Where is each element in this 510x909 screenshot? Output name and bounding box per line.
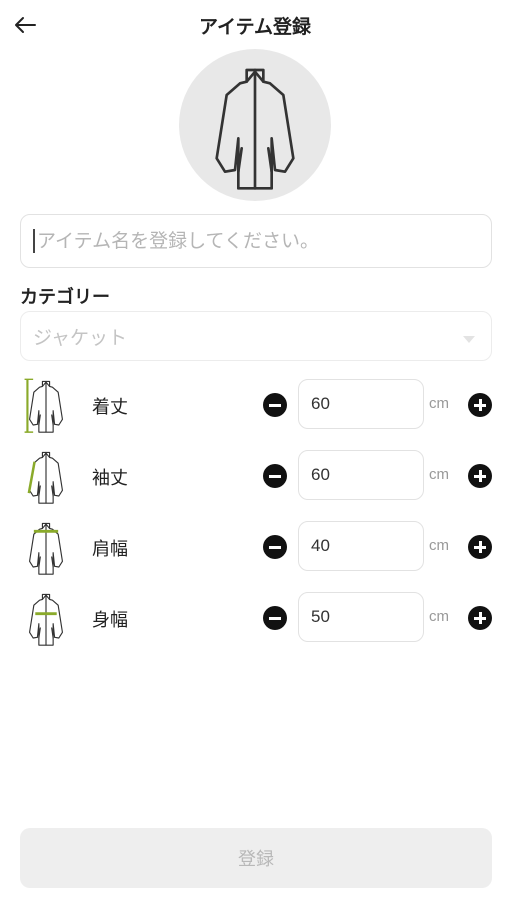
measurement-row-sleeve: 袖丈 cm <box>0 450 510 506</box>
measurement-value-field[interactable] <box>298 592 424 642</box>
jacket-icon <box>215 68 295 190</box>
jacket-sleeve-icon <box>27 451 63 504</box>
unit-label: cm <box>429 466 449 483</box>
increment-button[interactable] <box>468 393 492 417</box>
page-title: アイテム登録 <box>198 16 312 38</box>
measurement-label: 着丈 <box>92 397 128 418</box>
decrement-button[interactable] <box>263 393 287 417</box>
item-name-field[interactable] <box>20 214 492 268</box>
measurement-input[interactable] <box>311 394 411 414</box>
increment-button[interactable] <box>468 606 492 630</box>
measurement-label: 袖丈 <box>92 468 128 489</box>
measurement-value-field[interactable] <box>298 450 424 500</box>
measurement-row-length: 着丈 cm <box>0 378 510 435</box>
unit-label: cm <box>429 608 449 625</box>
category-label: カテゴリー <box>20 287 110 308</box>
measurement-label: 身幅 <box>92 610 128 631</box>
jacket-length-icon <box>24 378 63 433</box>
unit-label: cm <box>429 537 449 554</box>
register-button[interactable]: 登録 <box>20 828 492 888</box>
decrement-button[interactable] <box>263 606 287 630</box>
measurement-value-field[interactable] <box>298 379 424 429</box>
measurement-input[interactable] <box>311 465 411 485</box>
measurement-value-field[interactable] <box>298 521 424 571</box>
measurement-row-shoulder: 肩幅 cm <box>0 521 510 577</box>
category-selected-value: ジャケット <box>33 326 128 349</box>
unit-label: cm <box>429 395 449 412</box>
item-registration-screen: アイテム登録 カテゴリー ジャケット 着丈 cm 袖丈 <box>0 0 510 909</box>
increment-button[interactable] <box>468 464 492 488</box>
decrement-button[interactable] <box>263 464 287 488</box>
item-image[interactable] <box>179 49 331 201</box>
header: アイテム登録 <box>0 0 510 48</box>
measurement-input[interactable] <box>311 607 411 627</box>
increment-button[interactable] <box>468 535 492 559</box>
item-name-input[interactable] <box>36 215 479 267</box>
measurement-row-chest: 身幅 cm <box>0 592 510 648</box>
chevron-down-icon <box>463 335 475 343</box>
decrement-button[interactable] <box>263 535 287 559</box>
category-select[interactable]: ジャケット <box>20 311 492 361</box>
text-cursor <box>33 229 35 253</box>
jacket-shoulder-icon <box>28 522 63 575</box>
measurement-input[interactable] <box>311 536 411 556</box>
jacket-chest-icon <box>28 593 63 646</box>
measurement-label: 肩幅 <box>92 539 128 560</box>
